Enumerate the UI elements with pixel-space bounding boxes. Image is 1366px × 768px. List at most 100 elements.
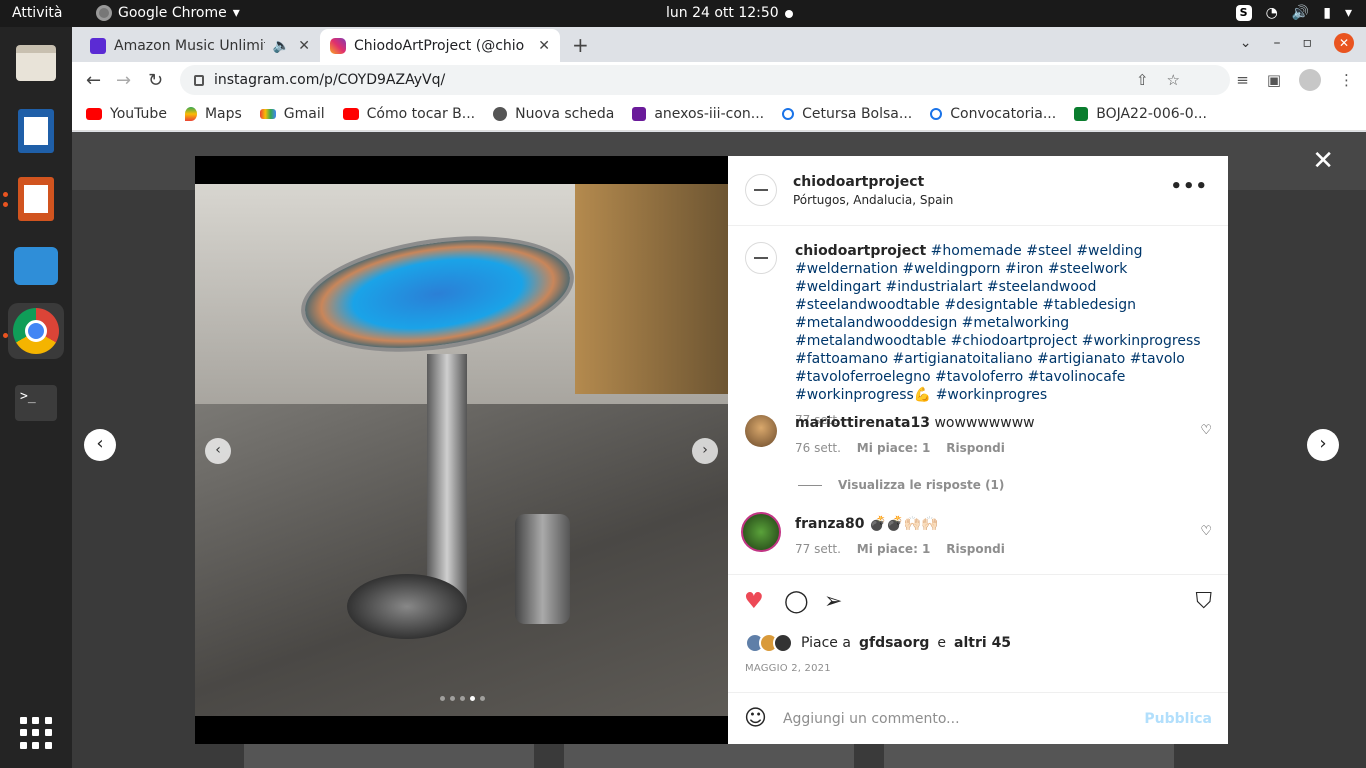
likes-others[interactable]: altri 45 [954, 635, 1011, 651]
address-bar[interactable]: instagram.com/p/COYD9AZAyVq/ ⇧ ☆ [180, 65, 1230, 95]
kebab-menu-icon[interactable]: ⋮ [1339, 71, 1354, 89]
system-tray[interactable]: S ◔ 🔊 ▮ ▾ [1235, 4, 1352, 22]
youtube-icon [342, 108, 359, 120]
app-menu[interactable]: Google Chrome ▾ [96, 5, 240, 21]
files-launcher[interactable] [8, 35, 64, 91]
comment-username[interactable]: mariottirenata13 [795, 415, 930, 431]
image-base [347, 574, 467, 639]
post-image[interactable] [195, 184, 728, 716]
chrome-launcher[interactable] [8, 303, 64, 359]
bookmark-como-tocar[interactable]: Cómo tocar B... [342, 106, 475, 122]
more-options-icon[interactable]: ••• [1170, 176, 1208, 197]
likes-prefix: Piace a [801, 635, 851, 651]
caption-hashtags[interactable]: #homemade #steel #welding #weldernation … [795, 243, 1201, 403]
side-panel-icon[interactable]: ▣ [1267, 71, 1281, 89]
save-bookmark-icon[interactable]: ⛉ [1195, 589, 1212, 614]
publish-button[interactable]: Pubblica [1144, 711, 1212, 727]
clock[interactable]: lun 24 ott 12:50 [666, 5, 779, 21]
writer-launcher[interactable] [8, 103, 64, 159]
bookmark-convocatoria[interactable]: Convocatoria... [930, 106, 1056, 122]
chevron-down-icon[interactable]: ▾ [1345, 4, 1352, 22]
bookmark-cetursa[interactable]: Cetursa Bolsa... [782, 106, 912, 122]
tab-amazon-music[interactable]: Amazon Music Unlimit 🔈 ✕ [80, 29, 320, 62]
browser-toolbar: ← → ↻ instagram.com/p/COYD9AZAyVq/ ⇧ ☆ ≡… [72, 62, 1366, 98]
skype-icon[interactable]: S [1235, 5, 1252, 21]
commenter-avatar[interactable] [741, 512, 781, 552]
back-button[interactable]: ← [86, 70, 101, 91]
close-tab-icon[interactable]: ✕ [538, 38, 550, 54]
instagram-icon [330, 37, 346, 54]
comment-reply[interactable]: Rispondi [946, 542, 1005, 556]
maximize-button[interactable]: ▫ [1303, 35, 1313, 51]
share-paper-plane-icon[interactable]: ➢ [824, 589, 842, 614]
bookmark-anexos[interactable]: anexos-iii-con... [632, 106, 764, 122]
comment-input[interactable]: Aggiungi un commento... [783, 711, 1128, 727]
post-date[interactable]: MAGGIO 2, 2021 [745, 663, 831, 674]
commenter-avatar[interactable] [745, 415, 777, 447]
battery-icon[interactable]: ▮ [1323, 4, 1331, 22]
comment-time[interactable]: 77 sett. [795, 542, 841, 556]
comment-bubble-icon[interactable]: ◯ [784, 589, 809, 614]
carousel-next-button[interactable]: › [692, 438, 718, 464]
bookmark-gmail[interactable]: Gmail [259, 106, 325, 122]
post-actions: ♥ ◯ ➢ ⛉ Piace a gfdsaorg e altri 45 MAGG… [728, 574, 1228, 692]
carousel-dot [450, 696, 455, 701]
previous-post-button[interactable]: ‹ [84, 429, 116, 461]
share-icon[interactable]: ⇧ [1136, 71, 1149, 89]
reply-line [798, 484, 822, 486]
bookmark-star-icon[interactable]: ☆ [1167, 71, 1180, 89]
comment-meta: 77 sett. Mi piace: 1 Rispondi [795, 542, 1185, 556]
tab-instagram[interactable]: ChiodoArtProject (@chio ✕ [320, 29, 560, 62]
bookmark-boja[interactable]: BOJA22-006-0... [1074, 106, 1207, 122]
speaker-icon[interactable]: 🔈 [273, 38, 290, 54]
tab-search-icon[interactable]: ⌄ [1240, 35, 1252, 51]
close-modal-icon[interactable]: ✕ [1312, 146, 1334, 176]
bookmark-label: Maps [204, 106, 242, 122]
forward-button[interactable]: → [116, 70, 131, 91]
bookmark-youtube[interactable]: YouTube [86, 106, 167, 122]
likes-user[interactable]: gfdsaorg [859, 635, 929, 651]
comment-username[interactable]: franza80 [795, 516, 865, 532]
store-icon [14, 247, 58, 285]
terminal-launcher[interactable]: >_ [8, 375, 64, 431]
comment-like-icon[interactable]: ♡ [1200, 423, 1212, 438]
like-heart-icon[interactable]: ♥ [744, 589, 764, 614]
next-post-button[interactable]: › [1307, 429, 1339, 461]
wifi-icon[interactable]: ◔ [1266, 4, 1278, 22]
ring-icon [930, 108, 943, 120]
lock-icon[interactable] [194, 74, 204, 86]
bookmark-nuova-scheda[interactable]: Nuova scheda [493, 106, 614, 122]
caption-avatar[interactable] [745, 242, 777, 274]
comment-likes[interactable]: Mi piace: 1 [857, 542, 931, 556]
media-controls-icon[interactable]: ≡ [1236, 71, 1249, 89]
author-avatar[interactable] [745, 174, 777, 206]
software-store-launcher[interactable] [8, 235, 64, 291]
files-icon [16, 45, 56, 81]
bookmark-label: YouTube [110, 106, 167, 122]
close-window-button[interactable]: ✕ [1334, 33, 1354, 53]
profile-avatar-icon[interactable] [1299, 69, 1321, 91]
impress-launcher[interactable] [8, 171, 64, 227]
comment-like-icon[interactable]: ♡ [1200, 524, 1212, 539]
view-replies-button[interactable]: Visualizza le risposte (1) [798, 478, 1004, 492]
volume-icon[interactable]: 🔊 [1292, 4, 1309, 22]
activities-button[interactable]: Attività [12, 5, 62, 21]
url-text[interactable]: instagram.com/p/COYD9AZAyVq/ [214, 72, 445, 88]
comment-likes[interactable]: Mi piace: 1 [857, 441, 931, 455]
post-side-panel: chiodoartproject Pórtugos, Andalucia, Sp… [728, 156, 1228, 744]
reload-button[interactable]: ↻ [148, 70, 163, 91]
carousel-dots [440, 696, 485, 701]
carousel-prev-button[interactable]: ‹ [205, 438, 231, 464]
new-tab-button[interactable]: + [572, 33, 589, 57]
comment-reply[interactable]: Rispondi [946, 441, 1005, 455]
author-username[interactable]: chiodoartproject [793, 174, 953, 190]
minimize-button[interactable]: – [1274, 35, 1281, 51]
caption-username[interactable]: chiodoartproject [795, 243, 926, 259]
comment-time[interactable]: 76 sett. [795, 441, 841, 455]
ring-icon [782, 108, 795, 120]
bookmark-maps[interactable]: Maps [184, 106, 242, 122]
close-tab-icon[interactable]: ✕ [298, 38, 310, 54]
show-apps-icon[interactable] [20, 717, 52, 749]
post-location[interactable]: Pórtugos, Andalucia, Spain [793, 193, 953, 207]
emoji-icon[interactable]: ☺ [744, 706, 767, 731]
